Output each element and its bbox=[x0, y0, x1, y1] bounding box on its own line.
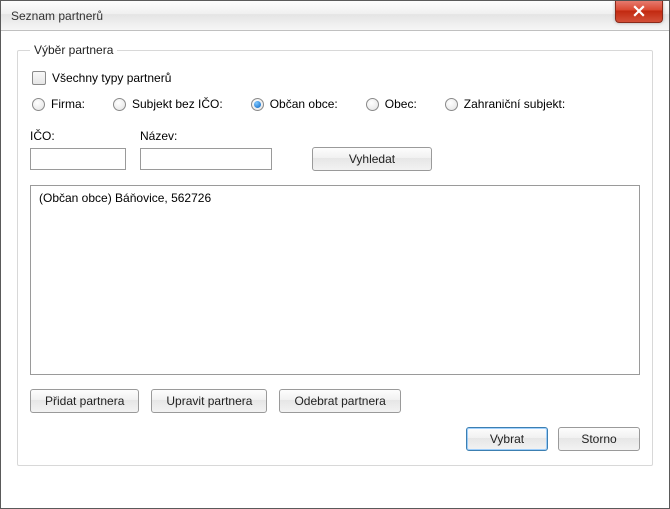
close-button[interactable] bbox=[615, 1, 663, 23]
radio-item-obcan-obce[interactable]: Občan obce: bbox=[251, 97, 338, 111]
partner-selection-group: Výběr partnera Všechny typy partnerů Fir… bbox=[17, 43, 653, 466]
radio-item-zahranicni[interactable]: Zahraniční subjekt: bbox=[445, 97, 565, 111]
remove-partner-button[interactable]: Odebrat partnera bbox=[279, 389, 400, 413]
dialog-content: Výběr partnera Všechny typy partnerů Fir… bbox=[1, 31, 669, 482]
crud-buttons-row: Přidat partnera Upravit partnera Odebrat… bbox=[30, 389, 640, 413]
nazev-label: Název: bbox=[140, 129, 290, 143]
partner-type-radios: Firma: Subjekt bez IČO: Občan obce: Obec… bbox=[32, 97, 638, 111]
search-button[interactable]: Vyhledat bbox=[312, 147, 432, 171]
radio-zahranicni-label: Zahraniční subjekt: bbox=[464, 97, 565, 111]
radio-obcan-obce-label: Občan obce: bbox=[270, 97, 338, 111]
title-bar: Seznam partnerů bbox=[1, 1, 669, 31]
window-title: Seznam partnerů bbox=[11, 9, 103, 23]
ico-input[interactable] bbox=[30, 148, 126, 170]
all-types-checkbox[interactable] bbox=[32, 71, 46, 85]
radio-item-firma[interactable]: Firma: bbox=[32, 97, 85, 111]
add-partner-button[interactable]: Přidat partnera bbox=[30, 389, 139, 413]
cancel-button[interactable]: Storno bbox=[558, 427, 640, 451]
list-item[interactable]: (Občan obce) Báňovice, 562726 bbox=[37, 190, 633, 206]
all-types-label: Všechny typy partnerů bbox=[52, 71, 171, 85]
radio-subjekt-bez-ico-label: Subjekt bez IČO: bbox=[132, 97, 223, 111]
radio-item-obec[interactable]: Obec: bbox=[366, 97, 417, 111]
radio-subjekt-bez-ico[interactable] bbox=[113, 98, 126, 111]
dialog-buttons-row: Vybrat Storno bbox=[30, 427, 640, 451]
close-icon bbox=[633, 5, 645, 17]
results-listbox[interactable]: (Občan obce) Báňovice, 562726 bbox=[30, 185, 640, 375]
field-labels-row: IČO: Název: bbox=[30, 129, 640, 143]
field-inputs-row: Vyhledat bbox=[30, 147, 640, 171]
all-types-row: Všechny typy partnerů bbox=[32, 71, 638, 85]
radio-obec-label: Obec: bbox=[385, 97, 417, 111]
ico-label: IČO: bbox=[30, 129, 140, 143]
radio-zahranicni[interactable] bbox=[445, 98, 458, 111]
edit-partner-button[interactable]: Upravit partnera bbox=[151, 389, 267, 413]
radio-obcan-obce[interactable] bbox=[251, 98, 264, 111]
radio-item-subjekt-bez-ico[interactable]: Subjekt bez IČO: bbox=[113, 97, 223, 111]
radio-firma-label: Firma: bbox=[51, 97, 85, 111]
radio-firma[interactable] bbox=[32, 98, 45, 111]
select-button[interactable]: Vybrat bbox=[466, 427, 548, 451]
radio-obec[interactable] bbox=[366, 98, 379, 111]
nazev-input[interactable] bbox=[140, 148, 272, 170]
group-legend: Výběr partnera bbox=[30, 43, 117, 57]
